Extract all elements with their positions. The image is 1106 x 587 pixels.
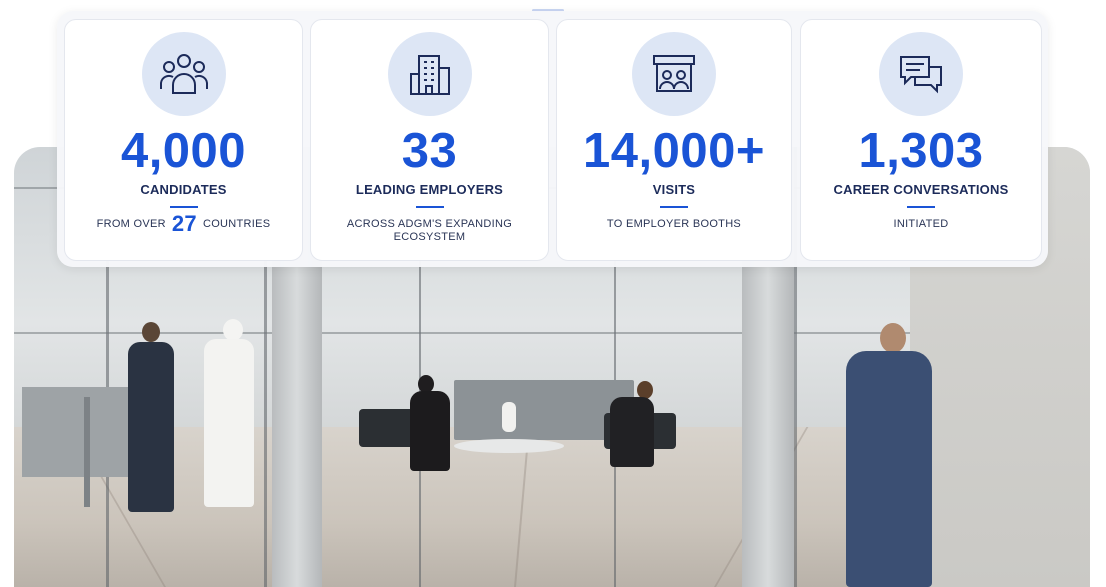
sub-prefix: FROM OVER xyxy=(96,217,166,230)
candidates-value: 4,000 xyxy=(120,124,247,178)
employers-label: LEADING EMPLOYERS xyxy=(355,182,504,197)
conversations-subtext: INITIATED xyxy=(893,218,949,230)
conversations-label: CAREER CONVERSATIONS xyxy=(833,182,1009,197)
people-group-icon xyxy=(141,32,226,116)
event-stats-panel: 4,000 CANDIDATES FROM OVER 27 COUNTRIES … xyxy=(57,11,1048,267)
conversations-value: 1,303 xyxy=(858,124,984,178)
stat-card-visits: 14,000+ VISITS TO EMPLOYER BOOTHS xyxy=(556,19,792,261)
divider xyxy=(169,206,198,208)
employers-subtext: ACROSS ADGM'S EXPANDING ECOSYSTEM xyxy=(346,218,513,243)
booth-icon xyxy=(632,32,716,116)
divider xyxy=(660,206,688,208)
chat-bubbles-icon xyxy=(879,32,963,116)
employers-value: 33 xyxy=(401,124,458,178)
divider xyxy=(415,206,444,208)
visits-label: VISITS xyxy=(652,182,696,197)
stat-card-employers: 33 LEADING EMPLOYERS ACROSS ADGM'S EXPAN… xyxy=(310,19,549,261)
office-building-icon xyxy=(387,32,472,116)
divider xyxy=(907,206,935,208)
visits-subtext: TO EMPLOYER BOOTHS xyxy=(606,218,742,230)
stat-card-candidates: 4,000 CANDIDATES FROM OVER 27 COUNTRIES xyxy=(64,19,303,261)
countries-count: 27 xyxy=(171,211,197,236)
candidates-subtext: FROM OVER 27 COUNTRIES xyxy=(96,211,271,236)
visits-value: 14,000+ xyxy=(583,124,765,178)
sub-suffix: COUNTRIES xyxy=(202,217,271,230)
stat-card-conversations: 1,303 CAREER CONVERSATIONS INITIATED xyxy=(800,19,1042,261)
candidates-label: CANDIDATES xyxy=(140,182,227,197)
